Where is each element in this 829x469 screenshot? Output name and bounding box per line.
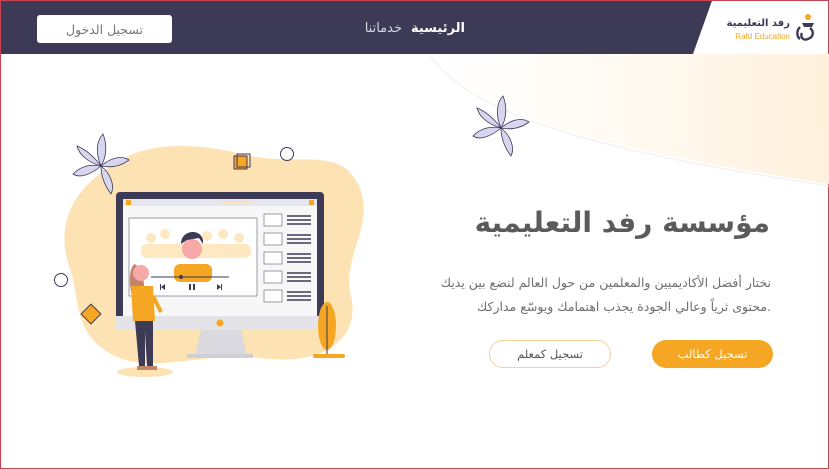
navbar: رفد التعليمية Rafd Education الرئيسية خد… bbox=[1, 1, 828, 54]
login-button[interactable]: تسجيل الدخول bbox=[37, 15, 172, 43]
logo-mark-icon bbox=[796, 14, 814, 41]
logo-english-text: Rafd Education bbox=[735, 32, 790, 41]
logo-arabic-text: رفد التعليمية bbox=[726, 18, 791, 29]
nav-home-link[interactable]: الرئيسية bbox=[411, 21, 465, 36]
hero-description: نختار أفضل الأكاديميين والمعلمين من حول … bbox=[421, 271, 771, 319]
hero-description-line-1: نختار أفضل الأكاديميين والمعلمين من حول … bbox=[440, 275, 771, 290]
hero-description-line-2: .محتوى ثرياً وعالي الجودة يجذب اهتمامك و… bbox=[476, 299, 771, 314]
register-student-button[interactable]: تسجيل كطالب bbox=[652, 340, 773, 368]
hero-illustration bbox=[54, 133, 364, 377]
nav-services-link[interactable]: خدماتنا bbox=[365, 21, 402, 36]
logo[interactable]: رفد التعليمية Rafd Education bbox=[693, 1, 828, 54]
register-teacher-button[interactable]: تسجيل كمعلم bbox=[489, 340, 611, 368]
flower-icon bbox=[472, 95, 530, 157]
hero-title: مؤسسة رفد التعليمية bbox=[474, 206, 770, 239]
